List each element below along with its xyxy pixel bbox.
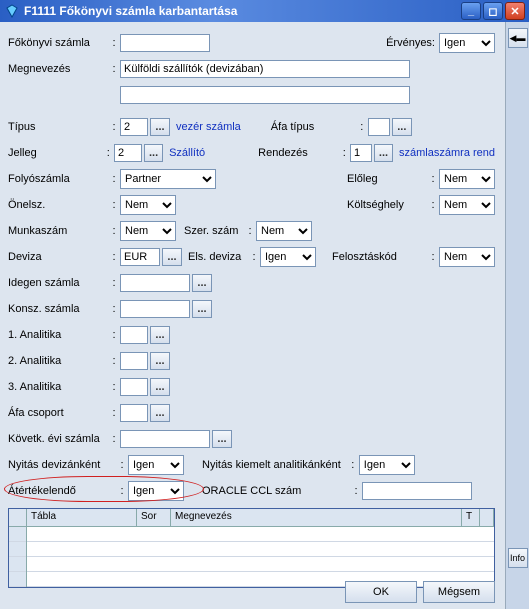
label-oracle: ORACLE CCL szám xyxy=(202,485,350,497)
jelleg-input[interactable] xyxy=(114,144,142,162)
table-row xyxy=(27,527,494,542)
right-toolbar: ◀▬ Info xyxy=(505,22,529,609)
maximize-button[interactable]: ◻ xyxy=(483,2,503,20)
app-icon xyxy=(4,3,20,19)
label-idegen: Idegen számla xyxy=(8,277,108,289)
jelleg-link[interactable]: Szállító xyxy=(169,147,205,159)
col-tabla: Tábla xyxy=(27,509,137,526)
label-munkaszam: Munkaszám xyxy=(8,225,108,237)
label-a1: 1. Analitika xyxy=(8,329,108,341)
deviza-lookup-button[interactable]: ... xyxy=(162,248,182,266)
label-fokonyvi: Főkönyvi számla xyxy=(8,37,108,49)
minimize-button[interactable]: _ xyxy=(461,2,481,20)
label-ervenyes: Érvényes: xyxy=(386,37,435,49)
koltseghely-select[interactable]: Nem xyxy=(439,195,495,215)
table-row xyxy=(27,542,494,557)
tipus-link[interactable]: vezér számla xyxy=(176,121,241,133)
grid-row-selector[interactable] xyxy=(9,527,27,587)
folyo-select[interactable]: Partner xyxy=(120,169,216,189)
elsdeviza-select[interactable]: Igen xyxy=(260,247,316,267)
cancel-button[interactable]: Mégsem xyxy=(423,581,495,603)
label-atertek: Átértékelendő xyxy=(8,485,116,497)
table-row xyxy=(27,557,494,572)
label-a2: 2. Analitika xyxy=(8,355,108,367)
footer: OK Mégsem xyxy=(0,581,505,603)
label-eloleg: Előleg xyxy=(347,173,427,185)
nyitdev-select[interactable]: Igen xyxy=(128,455,184,475)
label-deviza: Deviza xyxy=(8,251,108,263)
label-folyo: Folyószámla xyxy=(8,173,108,185)
munkaszam-select[interactable]: Nem xyxy=(120,221,176,241)
oracle-input[interactable] xyxy=(362,482,472,500)
rendezes-lookup-button[interactable]: ... xyxy=(374,144,393,162)
label-afatipus: Áfa típus xyxy=(271,121,356,133)
data-grid[interactable]: Tábla Sor Megnevezés T xyxy=(8,508,495,588)
deviza-input[interactable] xyxy=(120,248,160,266)
label-nyitdev: Nyitás devizánként xyxy=(8,459,116,471)
label-afacsoport: Áfa csoport xyxy=(8,407,108,419)
col-sor: Sor xyxy=(137,509,171,526)
close-button[interactable]: ✕ xyxy=(505,2,525,20)
grid-header: Tábla Sor Megnevezés T xyxy=(9,509,494,527)
col-megnevezes: Megnevezés xyxy=(171,509,462,526)
label-nyitkiem: Nyitás kiemelt analitikánként xyxy=(202,459,341,471)
onelsz-select[interactable]: Nem xyxy=(120,195,176,215)
feloszt-select[interactable]: Nem xyxy=(439,247,495,267)
ervenyes-select[interactable]: Igen xyxy=(439,33,495,53)
label-kovetk: Követk. évi számla xyxy=(8,433,108,445)
strip-arrow-button[interactable]: ◀▬ xyxy=(508,28,528,48)
afatipus-lookup-button[interactable]: ... xyxy=(392,118,412,136)
form-content: Főkönyvi számla : Érvényes: Igen Megneve… xyxy=(0,22,503,602)
fokonyvi-input[interactable] xyxy=(120,34,210,52)
label-koltseghely: Költséghely xyxy=(347,199,427,211)
afacsoport-input[interactable] xyxy=(120,404,148,422)
tipus-input[interactable] xyxy=(120,118,148,136)
idegen-lookup-button[interactable]: ... xyxy=(192,274,212,292)
konsz-input[interactable] xyxy=(120,300,190,318)
jelleg-lookup-button[interactable]: ... xyxy=(144,144,163,162)
rendezes-link[interactable]: számlaszámra rend xyxy=(399,147,495,159)
label-tipus: Típus xyxy=(8,121,108,133)
label-konsz: Konsz. számla xyxy=(8,303,108,315)
label-szerszam: Szer. szám xyxy=(184,225,244,237)
window-title: F1111 Főkönyvi számla karbantartása xyxy=(24,4,237,18)
afacsoport-lookup-button[interactable]: ... xyxy=(150,404,170,422)
tipus-lookup-button[interactable]: ... xyxy=(150,118,170,136)
col-t: T xyxy=(462,509,480,526)
megnevezes2-input[interactable] xyxy=(120,86,410,104)
grid-cells[interactable] xyxy=(27,527,494,587)
a1-input[interactable] xyxy=(120,326,148,344)
a2-lookup-button[interactable]: ... xyxy=(150,352,170,370)
kovetk-lookup-button[interactable]: ... xyxy=(212,430,232,448)
label-megnevezes: Megnevezés xyxy=(8,63,108,75)
ok-button[interactable]: OK xyxy=(345,581,417,603)
idegen-input[interactable] xyxy=(120,274,190,292)
label-a3: 3. Analitika xyxy=(8,381,108,393)
a1-lookup-button[interactable]: ... xyxy=(150,326,170,344)
label-onelsz: Önelsz. xyxy=(8,199,108,211)
szerszam-select[interactable]: Nem xyxy=(256,221,312,241)
info-button[interactable]: Info xyxy=(508,548,528,568)
afatipus-input[interactable] xyxy=(368,118,390,136)
label-feloszt: Felosztáskód xyxy=(332,251,427,263)
nyitkiem-select[interactable]: Igen xyxy=(359,455,415,475)
label-elsdeviza: Els. deviza xyxy=(188,251,248,263)
label-jelleg: Jelleg xyxy=(8,147,103,159)
rendezes-input[interactable] xyxy=(350,144,372,162)
konsz-lookup-button[interactable]: ... xyxy=(192,300,212,318)
a3-input[interactable] xyxy=(120,378,148,396)
label-rendezes: Rendezés xyxy=(258,147,338,159)
kovetk-input[interactable] xyxy=(120,430,210,448)
megnevezes-input[interactable] xyxy=(120,60,410,78)
a2-input[interactable] xyxy=(120,352,148,370)
a3-lookup-button[interactable]: ... xyxy=(150,378,170,396)
titlebar: F1111 Főkönyvi számla karbantartása _ ◻ … xyxy=(0,0,529,22)
eloleg-select[interactable]: Nem xyxy=(439,169,495,189)
atertek-select[interactable]: Igen xyxy=(128,481,184,501)
